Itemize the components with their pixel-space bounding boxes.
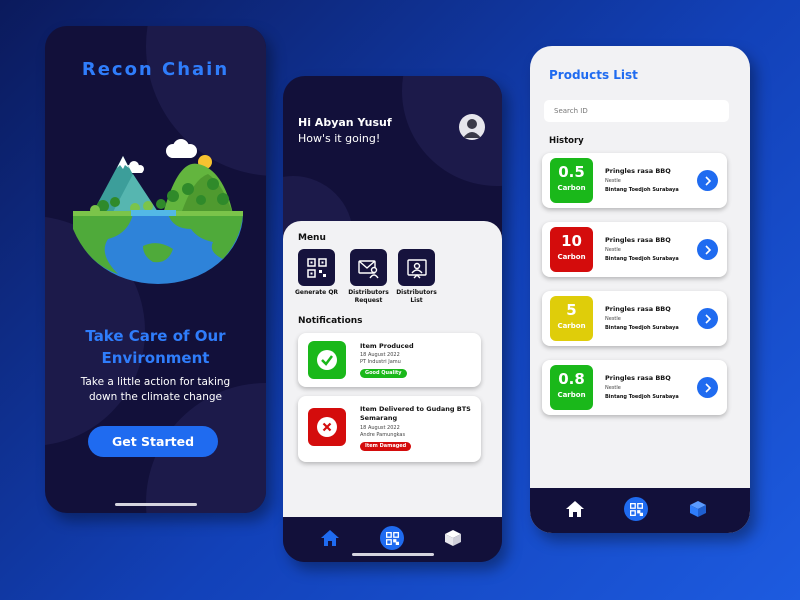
- status-badge: Item Damaged: [360, 442, 412, 451]
- menu-label: Distributors List: [396, 289, 437, 304]
- product-distributor: Bintang Toedjoh Surabaya: [605, 187, 679, 193]
- home-indicator[interactable]: [351, 553, 434, 556]
- home-icon[interactable]: [317, 525, 343, 551]
- subline: Take a little action for taking down the…: [80, 376, 231, 403]
- box-icon[interactable]: [440, 525, 466, 551]
- notification-date: 18 August 2022: [360, 352, 400, 358]
- background-shape: [402, 76, 502, 186]
- chevron-right-icon[interactable]: [697, 170, 718, 191]
- carbon-value: 5: [566, 301, 577, 319]
- product-name: Pringles rasa BBQ: [605, 167, 671, 175]
- carbon-score: 0.8 Carbon: [550, 365, 593, 410]
- qr-scan-icon[interactable]: [623, 496, 649, 522]
- search-input[interactable]: [544, 100, 729, 122]
- notification-title: Item Produced: [360, 342, 414, 350]
- page-title: Products List: [549, 68, 638, 82]
- product-card[interactable]: 5 Carbon Pringles rasa BBQ Nestle Bintan…: [542, 291, 727, 346]
- chevron-right-icon[interactable]: [697, 377, 718, 398]
- product-card[interactable]: 10 Carbon Pringles rasa BBQ Nestle Binta…: [542, 222, 727, 277]
- carbon-score: 10 Carbon: [550, 227, 593, 272]
- close-icon: [308, 408, 346, 446]
- notification-party: PT Industri Jamu: [360, 359, 401, 365]
- product-brand: Nestle: [605, 178, 621, 184]
- carbon-score: 5 Carbon: [550, 296, 593, 341]
- earth-globe-illustration: [73, 134, 243, 284]
- notification-card[interactable]: Item Delivered to Gudang BTS Semarang 18…: [298, 396, 481, 462]
- carbon-value: 0.8: [558, 370, 585, 388]
- bottom-nav: [530, 488, 750, 533]
- carbon-value: 0.5: [558, 163, 585, 181]
- home-indicator[interactable]: [114, 503, 197, 506]
- product-distributor: Bintang Toedjoh Surabaya: [605, 256, 679, 262]
- user-board-icon: [398, 249, 435, 286]
- product-card[interactable]: 0.5 Carbon Pringles rasa BBQ Nestle Bint…: [542, 153, 727, 208]
- notification-card[interactable]: Item Produced 18 August 2022 PT Industri…: [298, 333, 481, 387]
- product-brand: Nestle: [605, 316, 621, 322]
- get-started-button[interactable]: Get Started: [88, 426, 218, 457]
- menu-distributors-list[interactable]: Distributors List: [394, 249, 439, 305]
- carbon-unit: Carbon: [557, 184, 586, 192]
- history-title: History: [549, 136, 584, 146]
- notifications-title: Notifications: [298, 316, 363, 326]
- dashboard-panel: Menu Generate QR Distributors Request Di…: [283, 221, 502, 521]
- carbon-unit: Carbon: [557, 391, 586, 399]
- chevron-right-icon[interactable]: [697, 308, 718, 329]
- greeting-subtitle: How's it going!: [298, 132, 381, 145]
- tagline: Take Care of Our Environment: [85, 327, 226, 367]
- home-icon[interactable]: [562, 496, 588, 522]
- app-title: Recon Chain: [81, 59, 230, 80]
- check-icon: [308, 341, 346, 379]
- user-mail-icon: [350, 249, 387, 286]
- carbon-unit: Carbon: [557, 253, 586, 261]
- notification-date: 18 August 2022: [360, 425, 400, 431]
- dashboard-screen: Hi Abyan Yusuf How's it going! Menu Gene…: [283, 76, 502, 562]
- carbon-score: 0.5 Carbon: [550, 158, 593, 203]
- carbon-unit: Carbon: [557, 322, 586, 330]
- user-avatar-icon[interactable]: [459, 114, 485, 140]
- menu-title: Menu: [298, 233, 326, 243]
- product-name: Pringles rasa BBQ: [605, 305, 671, 313]
- product-name: Pringles rasa BBQ: [605, 374, 671, 382]
- qr-scan-icon[interactable]: [379, 525, 405, 551]
- notification-title: Item Delivered to Gudang BTS Semarang: [360, 405, 471, 422]
- box-icon[interactable]: [685, 496, 711, 522]
- product-name: Pringles rasa BBQ: [605, 236, 671, 244]
- product-brand: Nestle: [605, 247, 621, 253]
- notification-party: Andre Pamungkas: [360, 432, 406, 438]
- chevron-right-icon[interactable]: [697, 239, 718, 260]
- menu-label: Generate QR: [294, 289, 339, 296]
- menu-generate-qr[interactable]: Generate QR: [294, 249, 339, 297]
- menu-label: Distributors Request: [348, 289, 389, 304]
- product-distributor: Bintang Toedjoh Surabaya: [605, 394, 679, 400]
- menu-distributors-request[interactable]: Distributors Request: [346, 249, 391, 305]
- greeting: Hi Abyan Yusuf: [298, 116, 392, 129]
- product-distributor: Bintang Toedjoh Surabaya: [605, 325, 679, 331]
- products-screen: Products List History 0.5 Carbon Pringle…: [530, 46, 750, 533]
- product-brand: Nestle: [605, 385, 621, 391]
- product-card[interactable]: 0.8 Carbon Pringles rasa BBQ Nestle Bint…: [542, 360, 727, 415]
- status-badge: Good Quality: [360, 369, 407, 378]
- bottom-nav: [283, 517, 502, 562]
- welcome-screen: Recon Chain Take Care of Our Environment…: [45, 26, 266, 513]
- qr-code-icon: [298, 249, 335, 286]
- carbon-value: 10: [561, 232, 582, 250]
